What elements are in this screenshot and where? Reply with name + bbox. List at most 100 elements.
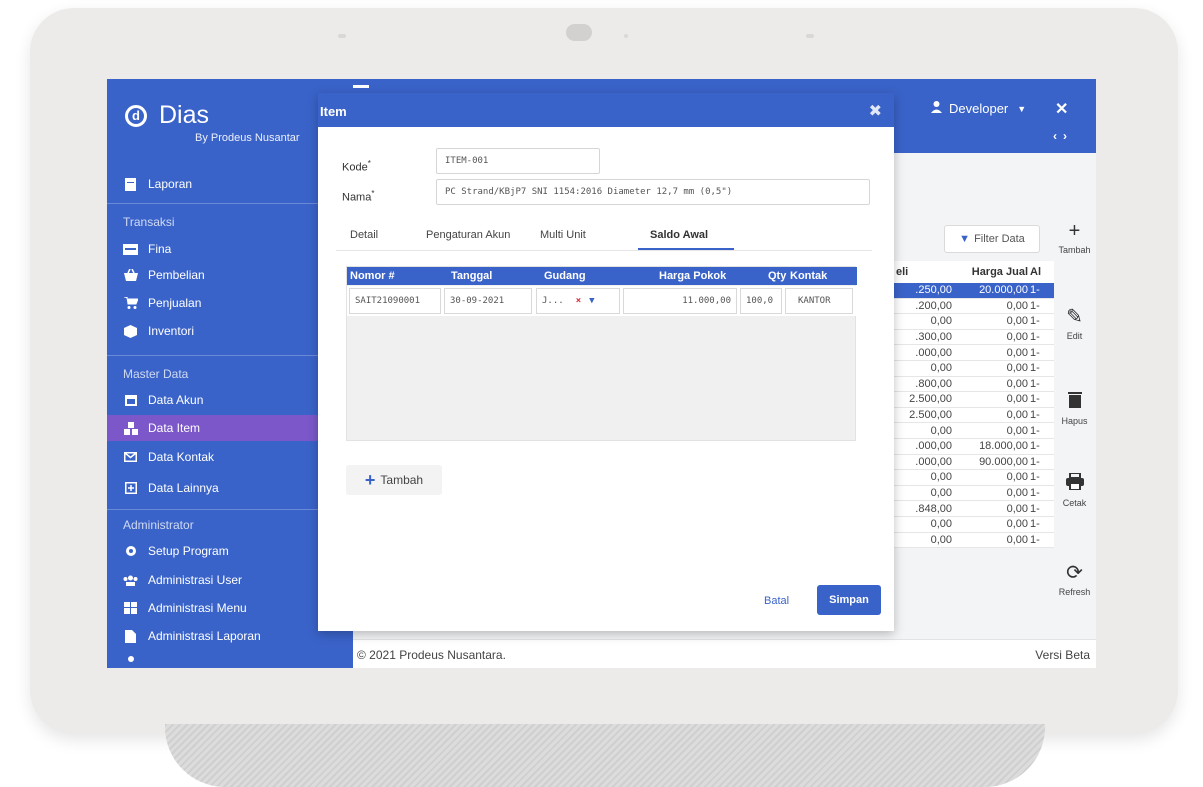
column-header[interactable]: Gudang (544, 270, 586, 282)
column-header[interactable]: Qty (768, 270, 786, 282)
add-row-button[interactable]: + Tambah (346, 465, 442, 495)
tambah-tool-button[interactable]: + Tambah (1053, 220, 1096, 255)
sidebar-item-administrasi-user[interactable]: Administrasi User (123, 569, 242, 591)
table-row[interactable]: 0,00 0,00 1- (894, 360, 1054, 377)
edit-icon: ✎ (1066, 306, 1083, 328)
sidebar-item-label: Inventori (148, 324, 195, 338)
table-row[interactable]: 2.500,00 0,00 1- (894, 407, 1054, 424)
table-row[interactable]: .000,00 0,00 1- (894, 345, 1054, 361)
table-cell: 18.000,00 (979, 440, 1028, 453)
sensor-dot (338, 34, 346, 38)
table-row[interactable]: .300,00 0,00 1- (894, 329, 1054, 346)
filter-data-button[interactable]: ▼ Filter Data (944, 225, 1040, 253)
table-row[interactable]: 0,00 0,00 1- (894, 314, 1054, 330)
chevron-down-icon[interactable]: ▼ (589, 296, 594, 306)
trash-icon (1053, 390, 1096, 414)
sidebar-item-pembelian[interactable]: Pembelian (123, 264, 205, 286)
table-row[interactable]: 0,00 0,00 1- (894, 470, 1054, 486)
column-header[interactable]: Nomor # (350, 270, 395, 282)
table-row[interactable]: .000,00 18.000,00 1- (894, 438, 1054, 455)
tab-saldo-awal[interactable]: Saldo Awal (650, 229, 708, 241)
sidebar-item-inventori[interactable]: Inventori (123, 320, 194, 342)
table-row[interactable]: 0,00 0,00 1- (894, 423, 1054, 439)
sidebar-item-data-kontak[interactable]: Data Kontak (123, 446, 214, 468)
table-cell: 1- (1030, 487, 1040, 500)
table-cell: 20.000,00 (979, 284, 1028, 297)
sidebar-item-penjualan[interactable]: Penjualan (123, 292, 201, 314)
table-cell: .000,00 (915, 346, 952, 359)
harga-pokok-cell[interactable]: 11.000,00 (623, 288, 737, 314)
tab-pengaturan-akun[interactable]: Pengaturan Akun (426, 229, 510, 241)
clear-icon[interactable]: × (576, 296, 581, 306)
sidebar-item-data-lainnya[interactable]: Data Lainnya (123, 477, 219, 499)
sidebar-item-more[interactable] (123, 651, 148, 668)
column-header[interactable]: Harga Pokok (659, 270, 726, 282)
nav-arrows-icon[interactable]: ‹› (1053, 129, 1073, 143)
sidebar-item-label: Data Akun (148, 393, 204, 407)
table-row[interactable]: .800,00 0,00 1- (894, 376, 1054, 393)
menu-toggle-icon[interactable] (353, 85, 369, 88)
column-header[interactable]: Kontak (790, 270, 827, 282)
sidebar-item-administrasi-laporan[interactable]: Administrasi Laporan (123, 625, 261, 647)
table-row[interactable]: .000,00 90.000,00 1- (894, 454, 1054, 471)
sidebar-item-setup-program[interactable]: Setup Program (123, 540, 229, 562)
sidebar-item-administrasi-menu[interactable]: Administrasi Menu (123, 597, 247, 619)
dialog-title: Item (320, 104, 347, 119)
calendar-icon (123, 394, 138, 407)
column-header[interactable]: Harga Jual (956, 266, 1030, 278)
nama-input[interactable]: PC Strand/KBjP7 SNI 1154:2016 Diameter 1… (436, 179, 870, 205)
box-icon (123, 324, 138, 338)
refresh-tool-button[interactable]: ⟳ Refresh (1053, 560, 1096, 597)
table-row[interactable]: 0,00 0,00 1- (894, 516, 1054, 533)
sidebar-item-fina[interactable]: Fina (123, 238, 171, 260)
table-row[interactable]: .200,00 0,00 1- (894, 298, 1054, 315)
fullscreen-icon[interactable]: ✕ (1055, 99, 1068, 119)
table-cell: 1- (1030, 518, 1040, 531)
table-cell: 1- (1030, 284, 1040, 297)
nomor-cell[interactable]: SAIT21090001 (349, 288, 441, 314)
tanggal-cell[interactable]: 30-09-2021 (444, 288, 532, 314)
table-cell: 1- (1030, 331, 1040, 344)
tab-detail[interactable]: Detail (350, 229, 378, 241)
table-row[interactable]: 2.500,00 0,00 1- (894, 392, 1054, 408)
item-dialog: Item ✖ Kode* ITEM-001 Nama* PC Strand/KB… (318, 93, 894, 631)
kode-input[interactable]: ITEM-001 (436, 148, 600, 174)
column-header[interactable]: Al (1030, 266, 1048, 278)
saldo-awal-grid: Nomor # Tanggal Gudang Harga Pokok Qty K… (346, 266, 857, 441)
table-cell: 0,00 (1006, 362, 1028, 375)
table-cell: 0,00 (1006, 393, 1028, 406)
gear-icon (123, 545, 138, 558)
cetak-tool-button[interactable]: Cetak (1053, 472, 1096, 508)
table-row[interactable]: 0,00 0,00 1- (894, 532, 1054, 549)
table-row[interactable]: 0,00 0,00 1- (894, 485, 1054, 502)
sidebar-item-data-item[interactable]: Data Item (107, 415, 353, 441)
hapus-tool-button[interactable]: Hapus (1053, 390, 1096, 426)
table-cell: 0,00 (1006, 409, 1028, 422)
table-cell: 0,00 (1006, 487, 1028, 500)
save-button[interactable]: Simpan (817, 585, 881, 615)
sidebar-item-laporan[interactable]: Laporan (123, 173, 192, 195)
camera-icon (566, 24, 592, 41)
kode-label: Kode* (342, 159, 371, 174)
gudang-cell[interactable]: J... × ▼ (536, 288, 620, 314)
qty-cell[interactable]: 100,0 (740, 288, 782, 314)
table-row[interactable]: .250,00 20.000,00 1- (894, 283, 1054, 299)
tool-label: Edit (1066, 331, 1083, 341)
plus-square-icon (123, 482, 138, 495)
brand[interactable]: d Dias (125, 101, 209, 130)
edit-tool-button[interactable]: ✎ Edit (1053, 304, 1096, 341)
table-cell: 0,00 (1006, 331, 1028, 344)
user-menu[interactable]: Developer ▼ (931, 101, 1026, 116)
footer-version: Versi Beta (1035, 648, 1090, 662)
close-icon[interactable]: ✖ (869, 101, 882, 121)
column-header[interactable]: Tanggal (451, 270, 492, 282)
table-cell: .000,00 (915, 455, 952, 468)
sidebar-item-data-akun[interactable]: Data Akun (123, 389, 203, 411)
table-cell: .000,00 (915, 440, 952, 453)
kontak-cell[interactable]: KANTOR (785, 288, 853, 314)
table-row[interactable]: .848,00 0,00 1- (894, 501, 1054, 517)
cancel-button[interactable]: Batal (764, 595, 789, 607)
plus-icon: + (364, 469, 376, 490)
tab-multi-unit[interactable]: Multi Unit (540, 229, 586, 241)
column-header[interactable]: eli (894, 266, 956, 278)
